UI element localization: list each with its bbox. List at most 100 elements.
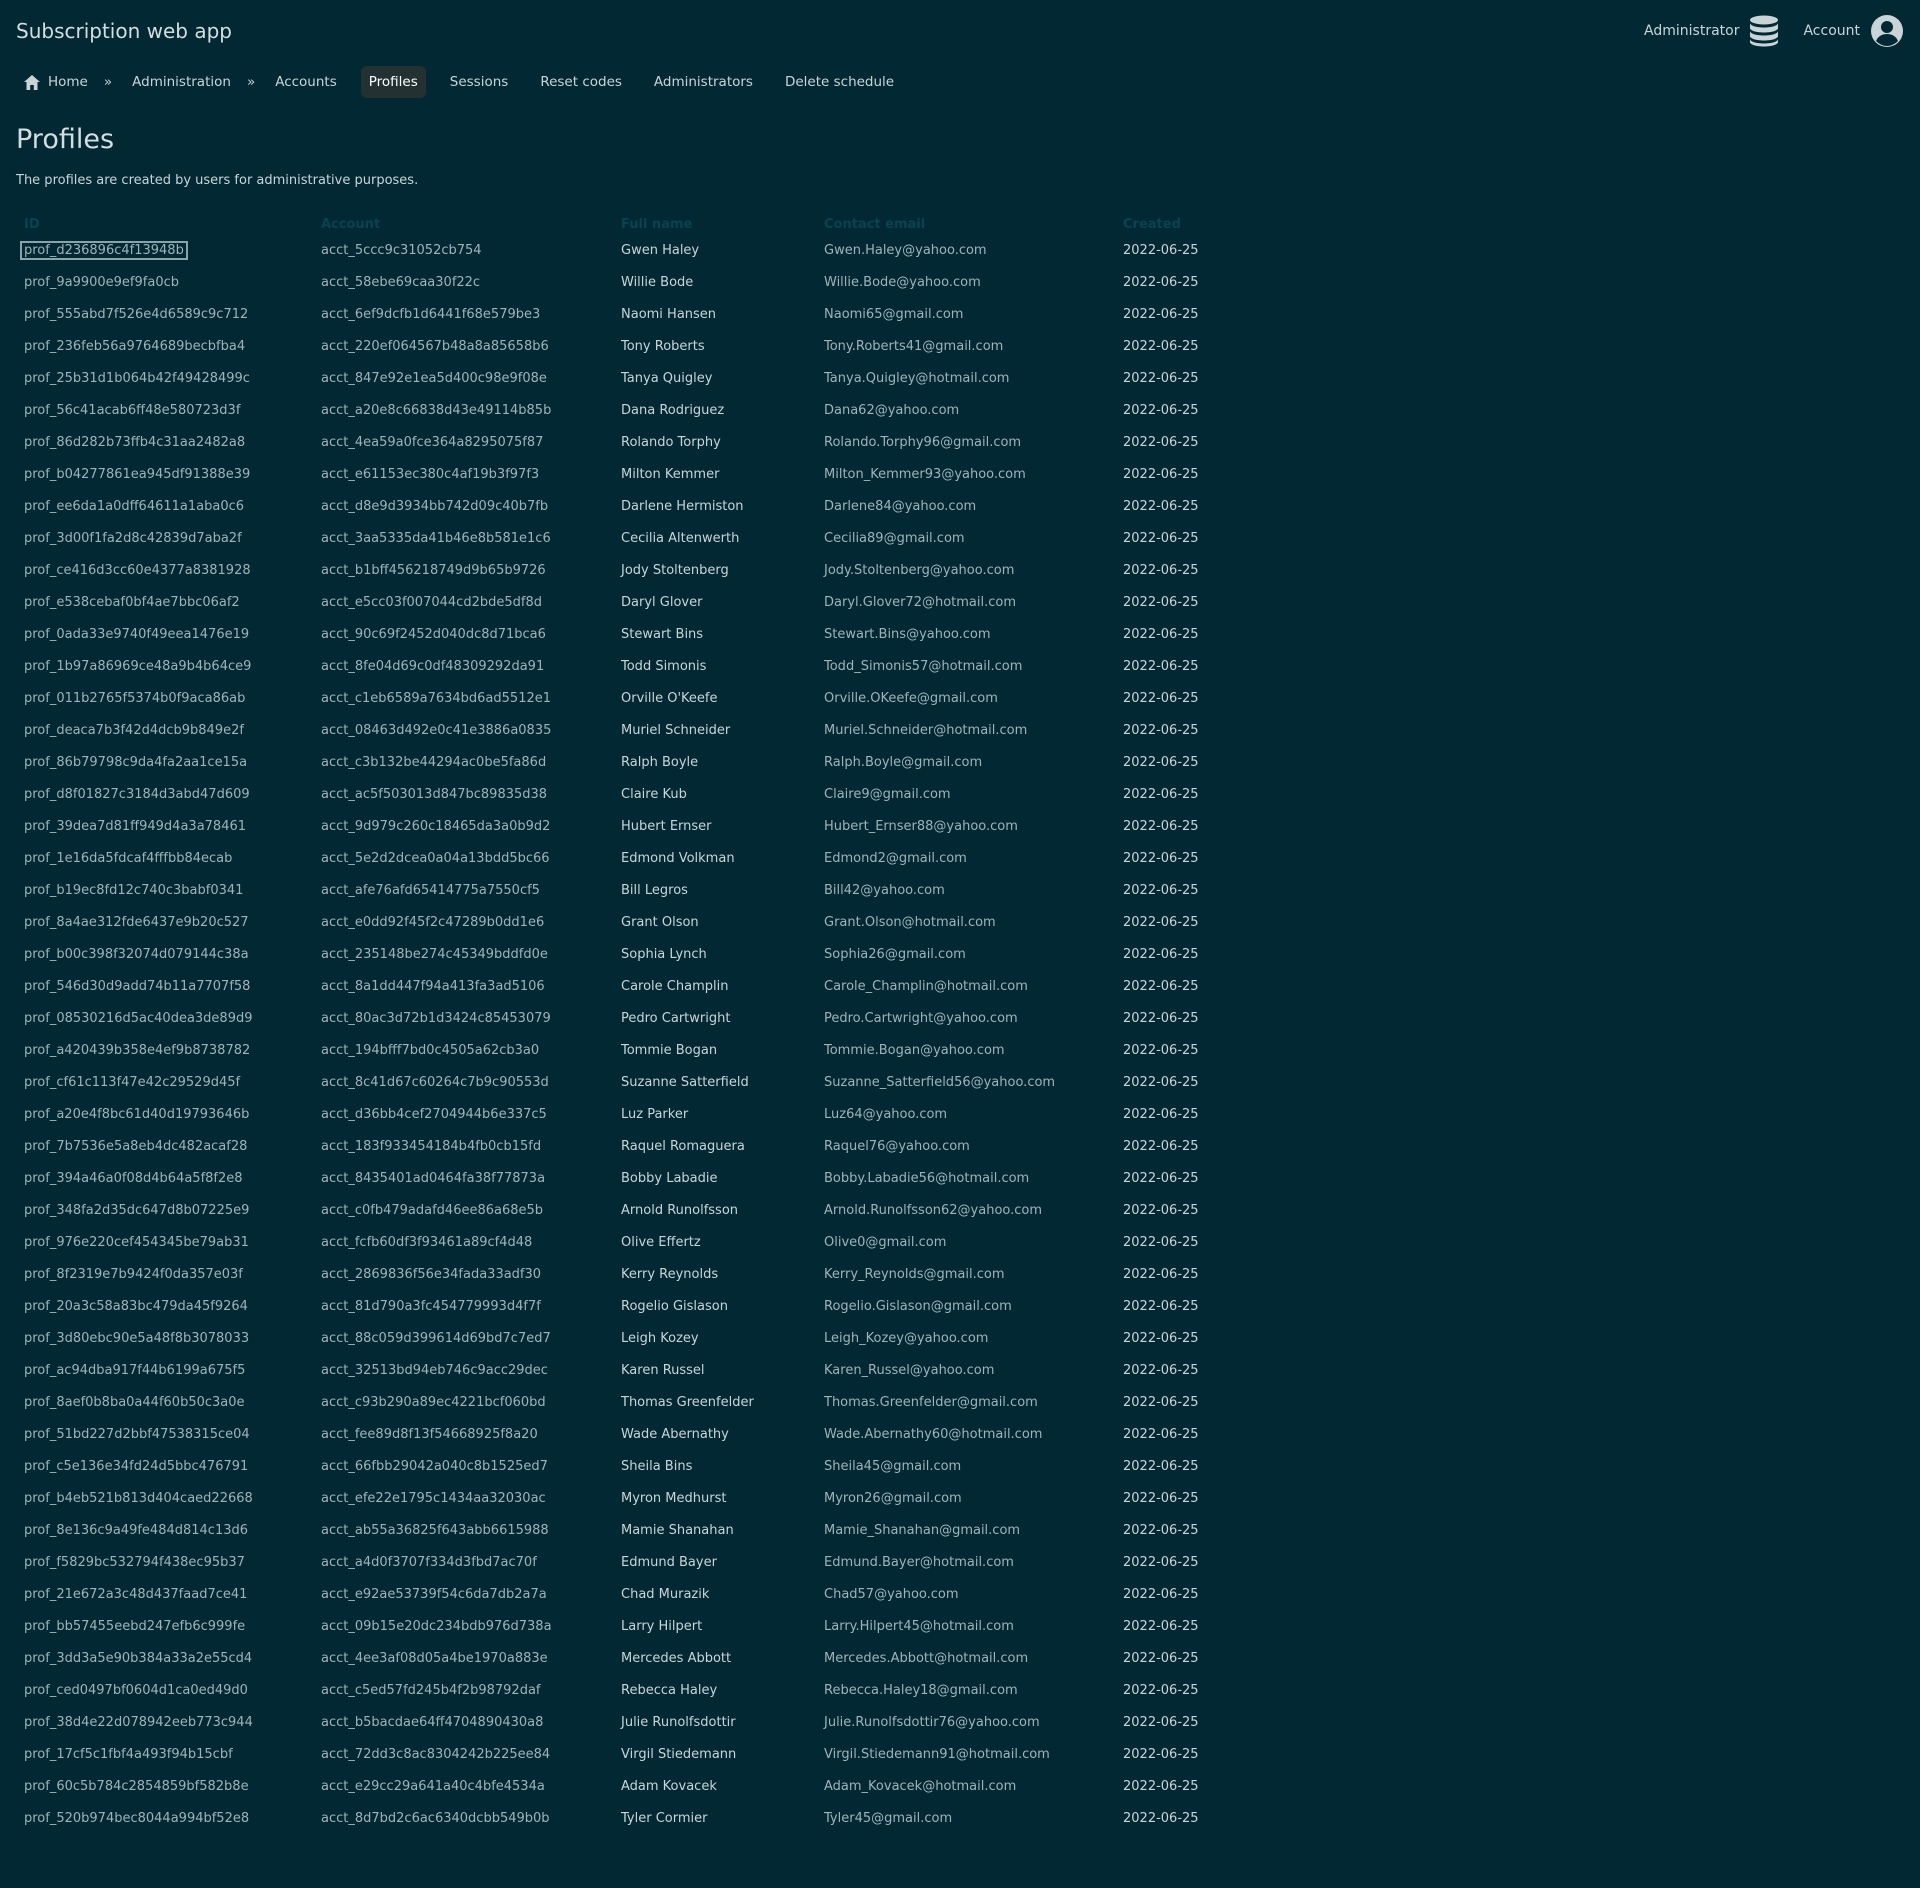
profile-id-link[interactable]: prof_b4eb521b813d404caed22668: [16, 1482, 313, 1514]
nav-administration[interactable]: Administration: [124, 66, 239, 98]
profile-id-link[interactable]: prof_546d30d9add74b11a7707f58: [16, 970, 313, 1002]
table-row[interactable]: prof_b00c398f32074d079144c38a acct_235148…: [16, 938, 1207, 970]
profile-id-link[interactable]: prof_deaca7b3f42d4dcb9b849e2f: [16, 714, 313, 746]
account-id-link[interactable]: acct_235148be274c45349bddfd0e: [313, 938, 613, 970]
profile-id-link[interactable]: prof_555abd7f526e4d6589c9c712: [16, 298, 313, 330]
table-row[interactable]: prof_d8f01827c3184d3abd47d609 acct_ac5f50…: [16, 778, 1207, 810]
profile-id-link[interactable]: prof_f5829bc532794f438ec95b37: [16, 1546, 313, 1578]
profile-id-link[interactable]: prof_56c41acab6ff48e580723d3f: [16, 394, 313, 426]
table-row[interactable]: prof_236feb56a9764689becbfba4 acct_220ef0…: [16, 330, 1207, 362]
profile-id-link[interactable]: prof_8f2319e7b9424f0da357e03f: [16, 1258, 313, 1290]
profile-id-link[interactable]: prof_1e16da5fdcaf4fffbb84ecab: [16, 842, 313, 874]
profile-id-link[interactable]: prof_976e220cef454345be79ab31: [16, 1226, 313, 1258]
table-row[interactable]: prof_3d80ebc90e5a48f8b3078033 acct_88c059…: [16, 1322, 1207, 1354]
account-id-link[interactable]: acct_e5cc03f007044cd2bde5df8d: [313, 586, 613, 618]
account-id-link[interactable]: acct_4ea59a0fce364a8295075f87: [313, 426, 613, 458]
profile-id-link[interactable]: prof_86d282b73ffb4c31aa2482a8: [16, 426, 313, 458]
table-row[interactable]: prof_3dd3a5e90b384a33a2e55cd4 acct_4ee3af…: [16, 1642, 1207, 1674]
column-header-created[interactable]: Created: [1115, 214, 1207, 234]
account-id-link[interactable]: acct_81d790a3fc454779993d4f7f: [313, 1290, 613, 1322]
account-id-link[interactable]: acct_09b15e20dc234bdb976d738a: [313, 1610, 613, 1642]
profile-id-link[interactable]: prof_0ada33e9740f49eea1476e19: [16, 618, 313, 650]
account-id-link[interactable]: acct_fcfb60df3f93461a89cf4d48: [313, 1226, 613, 1258]
nav-delete-schedule[interactable]: Delete schedule: [777, 66, 902, 98]
table-row[interactable]: prof_ce416d3cc60e4377a8381928 acct_b1bff4…: [16, 554, 1207, 586]
profile-id-link[interactable]: prof_20a3c58a83bc479da45f9264: [16, 1290, 313, 1322]
table-row[interactable]: prof_0ada33e9740f49eea1476e19 acct_90c69f…: [16, 618, 1207, 650]
table-row[interactable]: prof_cf61c113f47e42c29529d45f acct_8c41d6…: [16, 1066, 1207, 1098]
account-id-link[interactable]: acct_8d7bd2c6ac6340dcbb549b0b: [313, 1802, 613, 1834]
table-row[interactable]: prof_546d30d9add74b11a7707f58 acct_8a1dd4…: [16, 970, 1207, 1002]
table-row[interactable]: prof_17cf5c1fbf4a493f94b15cbf acct_72dd3c…: [16, 1738, 1207, 1770]
profile-id-link[interactable]: prof_d236896c4f13948b: [16, 234, 313, 266]
administrator-menu[interactable]: Administrator: [1644, 15, 1779, 47]
profile-id-link[interactable]: prof_ce416d3cc60e4377a8381928: [16, 554, 313, 586]
column-header-full-name[interactable]: Full name: [613, 214, 816, 234]
table-row[interactable]: prof_f5829bc532794f438ec95b37 acct_a4d0f3…: [16, 1546, 1207, 1578]
table-row[interactable]: prof_deaca7b3f42d4dcb9b849e2f acct_08463d…: [16, 714, 1207, 746]
table-row[interactable]: prof_c5e136e34fd24d5bbc476791 acct_66fbb2…: [16, 1450, 1207, 1482]
account-id-link[interactable]: acct_5e2d2dcea0a04a13bdd5bc66: [313, 842, 613, 874]
profile-id-link[interactable]: prof_ced0497bf0604d1ca0ed49d0: [16, 1674, 313, 1706]
account-id-link[interactable]: acct_afe76afd65414775a7550cf5: [313, 874, 613, 906]
table-row[interactable]: prof_21e672a3c48d437faad7ce41 acct_e92ae5…: [16, 1578, 1207, 1610]
account-id-link[interactable]: acct_72dd3c8ac8304242b225ee84: [313, 1738, 613, 1770]
account-id-link[interactable]: acct_e92ae53739f54c6da7db2a7a: [313, 1578, 613, 1610]
account-id-link[interactable]: acct_2869836f56e34fada33adf30: [313, 1258, 613, 1290]
account-id-link[interactable]: acct_8fe04d69c0df48309292da91: [313, 650, 613, 682]
table-row[interactable]: prof_a20e4f8bc61d40d19793646b acct_d36bb4…: [16, 1098, 1207, 1130]
profile-id-link[interactable]: prof_7b7536e5a8eb4dc482acaf28: [16, 1130, 313, 1162]
nav-home[interactable]: Home: [16, 66, 96, 98]
profile-id-link[interactable]: prof_c5e136e34fd24d5bbc476791: [16, 1450, 313, 1482]
account-id-link[interactable]: acct_8435401ad0464fa38f77873a: [313, 1162, 613, 1194]
nav-sessions[interactable]: Sessions: [442, 66, 517, 98]
profile-id-link[interactable]: prof_8a4ae312fde6437e9b20c527: [16, 906, 313, 938]
account-id-link[interactable]: acct_c0fb479adafd46ee86a68e5b: [313, 1194, 613, 1226]
account-id-link[interactable]: acct_66fbb29042a040c8b1525ed7: [313, 1450, 613, 1482]
table-row[interactable]: prof_08530216d5ac40dea3de89d9 acct_80ac3d…: [16, 1002, 1207, 1034]
account-id-link[interactable]: acct_d36bb4cef2704944b6e337c5: [313, 1098, 613, 1130]
profile-id-link[interactable]: prof_011b2765f5374b0f9aca86ab: [16, 682, 313, 714]
account-id-link[interactable]: acct_e61153ec380c4af19b3f97f3: [313, 458, 613, 490]
profile-id-link[interactable]: prof_60c5b784c2854859bf582b8e: [16, 1770, 313, 1802]
account-id-link[interactable]: acct_32513bd94eb746c9acc29dec: [313, 1354, 613, 1386]
table-row[interactable]: prof_20a3c58a83bc479da45f9264 acct_81d790…: [16, 1290, 1207, 1322]
profile-id-link[interactable]: prof_348fa2d35dc647d8b07225e9: [16, 1194, 313, 1226]
table-row[interactable]: prof_394a46a0f08d4b64a5f8f2e8 acct_843540…: [16, 1162, 1207, 1194]
table-row[interactable]: prof_011b2765f5374b0f9aca86ab acct_c1eb65…: [16, 682, 1207, 714]
profile-id-link[interactable]: prof_ee6da1a0dff64611a1aba0c6: [16, 490, 313, 522]
profile-id-link[interactable]: prof_8aef0b8ba0a44f60b50c3a0e: [16, 1386, 313, 1418]
table-row[interactable]: prof_b19ec8fd12c740c3babf0341 acct_afe76a…: [16, 874, 1207, 906]
table-row[interactable]: prof_86d282b73ffb4c31aa2482a8 acct_4ea59a…: [16, 426, 1207, 458]
profile-id-link[interactable]: prof_b19ec8fd12c740c3babf0341: [16, 874, 313, 906]
account-id-link[interactable]: acct_b5bacdae64ff4704890430a8: [313, 1706, 613, 1738]
table-row[interactable]: prof_38d4e22d078942eeb773c944 acct_b5bacd…: [16, 1706, 1207, 1738]
profile-id-link[interactable]: prof_520b974bec8044a994bf52e8: [16, 1802, 313, 1834]
table-row[interactable]: prof_56c41acab6ff48e580723d3f acct_a20e8c…: [16, 394, 1207, 426]
table-row[interactable]: prof_b04277861ea945df91388e39 acct_e61153…: [16, 458, 1207, 490]
profile-id-link[interactable]: prof_86b79798c9da4fa2aa1ce15a: [16, 746, 313, 778]
nav-reset-codes[interactable]: Reset codes: [532, 66, 630, 98]
table-row[interactable]: prof_b4eb521b813d404caed22668 acct_efe22e…: [16, 1482, 1207, 1514]
table-row[interactable]: prof_976e220cef454345be79ab31 acct_fcfb60…: [16, 1226, 1207, 1258]
profile-id-link[interactable]: prof_17cf5c1fbf4a493f94b15cbf: [16, 1738, 313, 1770]
profile-id-link[interactable]: prof_b00c398f32074d079144c38a: [16, 938, 313, 970]
account-id-link[interactable]: acct_e29cc29a641a40c4bfe4534a: [313, 1770, 613, 1802]
account-id-link[interactable]: acct_a4d0f3707f334d3fbd7ac70f: [313, 1546, 613, 1578]
profile-id-link[interactable]: prof_39dea7d81ff949d4a3a78461: [16, 810, 313, 842]
profile-id-link[interactable]: prof_9a9900e9ef9fa0cb: [16, 266, 313, 298]
account-menu[interactable]: Account: [1803, 14, 1904, 48]
table-row[interactable]: prof_ee6da1a0dff64611a1aba0c6 acct_d8e9d3…: [16, 490, 1207, 522]
account-id-link[interactable]: acct_b1bff456218749d9b65b9726: [313, 554, 613, 586]
profile-id-link-focused[interactable]: prof_d236896c4f13948b: [20, 240, 188, 260]
profile-id-link[interactable]: prof_b04277861ea945df91388e39: [16, 458, 313, 490]
profile-id-link[interactable]: prof_3dd3a5e90b384a33a2e55cd4: [16, 1642, 313, 1674]
profile-id-link[interactable]: prof_a420439b358e4ef9b8738782: [16, 1034, 313, 1066]
account-id-link[interactable]: acct_ac5f503013d847bc89835d38: [313, 778, 613, 810]
account-id-link[interactable]: acct_88c059d399614d69bd7c7ed7: [313, 1322, 613, 1354]
account-id-link[interactable]: acct_c5ed57fd245b4f2b98792daf: [313, 1674, 613, 1706]
table-row[interactable]: prof_8f2319e7b9424f0da357e03f acct_286983…: [16, 1258, 1207, 1290]
account-id-link[interactable]: acct_3aa5335da41b46e8b581e1c6: [313, 522, 613, 554]
account-id-link[interactable]: acct_a20e8c66838d43e49114b85b: [313, 394, 613, 426]
nav-administrators[interactable]: Administrators: [646, 66, 761, 98]
